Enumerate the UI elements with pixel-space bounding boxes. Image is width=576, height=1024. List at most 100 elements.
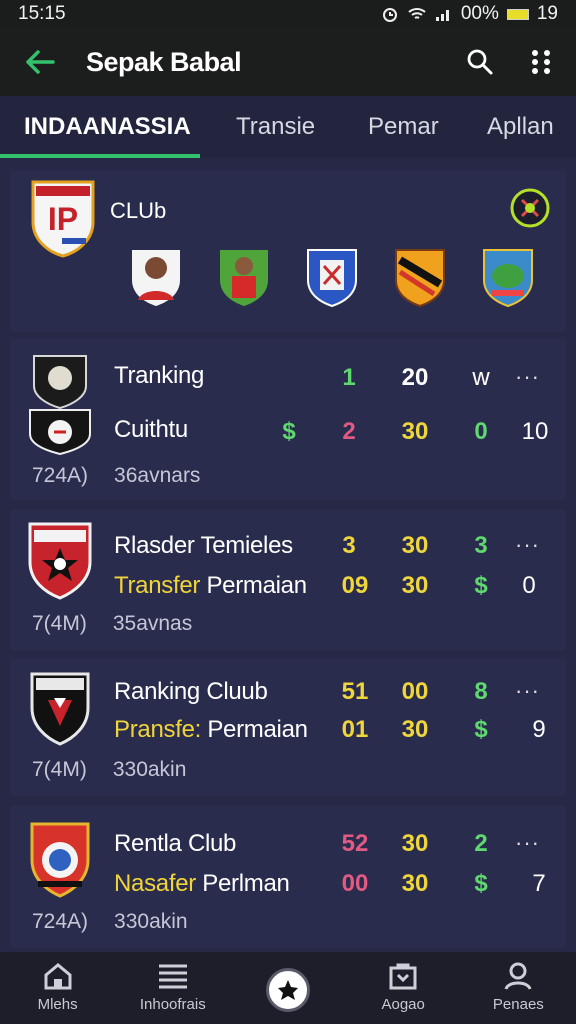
list-item[interactable]: Tranking Cuithtu 1 20 w ··· $ 2 30 0 10 … — [10, 338, 566, 500]
nav-item-aogao[interactable]: Aogao — [348, 962, 458, 1013]
list-item[interactable]: Ranking Cluub Pransfe: Permaian 51 00 8 … — [10, 658, 566, 796]
stat-value: 00 — [401, 678, 429, 705]
club-badge-orange-icon[interactable] — [392, 244, 448, 308]
grid-menu-icon[interactable] — [530, 49, 554, 75]
stat-value: 09 — [341, 572, 369, 599]
stat-value: 1 — [342, 364, 356, 391]
card-title: Ranking Cluub — [114, 678, 268, 705]
meta-age: 7(4M) — [32, 758, 87, 781]
nav-label: Inhoofrais — [139, 996, 206, 1013]
nav-label: Aogao — [381, 996, 425, 1013]
stat-value: 10 — [521, 418, 549, 445]
ball-icon — [265, 968, 310, 1012]
card-subtitle-text: Cuithtu — [114, 416, 188, 443]
more-options-icon[interactable]: ··· — [515, 364, 540, 390]
stat-value: 20 — [401, 364, 429, 391]
stat-value: 01 — [341, 716, 369, 743]
tab-pemar[interactable]: Pemar — [368, 96, 439, 158]
card-subtitle: Transfer Permaian — [114, 572, 307, 600]
card-subtitle: Cuithtu — [114, 416, 188, 444]
club-badge-green-icon[interactable] — [480, 244, 536, 308]
club-label: CLUb — [110, 198, 167, 223]
card-subtitle-text: Perlman — [195, 870, 290, 897]
stat-value: 00 — [341, 870, 369, 897]
tab-indaanassia[interactable]: INDAANASSIA — [24, 96, 191, 158]
club-badges-row — [128, 244, 536, 308]
signal-icon — [435, 10, 449, 21]
player-avatar-2-icon[interactable] — [216, 244, 272, 308]
card-subtitle-highlight: Transfer — [114, 572, 201, 599]
active-tab-indicator — [0, 154, 200, 158]
club-crest-logo — [24, 820, 96, 909]
card-meta: 7(4M) 35avnas — [32, 612, 192, 636]
stat-value: 52 — [341, 830, 369, 857]
stat-value: 30 — [401, 572, 429, 599]
meta-age: 724A) — [32, 464, 89, 487]
stat-value: 3 — [474, 532, 488, 559]
status-extra: 19 — [536, 3, 558, 24]
nav-label: Mlehs — [37, 996, 78, 1013]
club-header-card: IP CLUb — [10, 170, 566, 332]
tab-apllan[interactable]: Apllan — [487, 96, 554, 158]
stat-value: 2 — [474, 830, 488, 857]
target-icon[interactable] — [508, 186, 552, 235]
status-time: 15:15 — [18, 3, 66, 24]
back-arrow-icon[interactable] — [22, 44, 58, 80]
club-badge-blue-icon[interactable] — [304, 244, 360, 308]
club-crest-logo — [24, 352, 96, 461]
tab-bar: INDAANASSIA Transie Pemar Apllan — [0, 96, 576, 158]
card-subtitle-text: Permaian — [200, 716, 308, 743]
meta-info: 330akin — [112, 758, 187, 781]
more-options-icon[interactable]: ··· — [515, 532, 540, 558]
nav-item-home[interactable]: Mlehs — [3, 962, 113, 1013]
list-item[interactable]: Rlasder Temieles Transfer Permaian 3 30 … — [10, 510, 566, 650]
tab-transie[interactable]: Transie — [236, 96, 315, 158]
card-subtitle: Nasafer Perlman — [114, 870, 290, 898]
player-avatar-1-icon[interactable] — [128, 244, 184, 308]
meta-info: 35avnas — [112, 612, 193, 635]
stat-value: 30 — [401, 870, 429, 897]
wifi-icon — [408, 8, 426, 19]
battery-percent: 00% — [460, 3, 499, 24]
club-crest-logo — [24, 520, 96, 609]
stat-value: 7 — [532, 870, 546, 897]
home-icon — [44, 963, 72, 990]
alarm-icon — [382, 8, 397, 22]
dollar-icon: $ — [474, 572, 488, 599]
card-subtitle-highlight: Nasafer — [114, 870, 196, 897]
stat-value: 30 — [401, 716, 429, 743]
stat-value: 0 — [474, 418, 488, 445]
club-crest-logo — [24, 670, 96, 755]
bottom-navigation: Mlehs Inhoofrais Aogao Penaes — [0, 952, 576, 1024]
stat-value: 3 — [342, 532, 356, 559]
card-subtitle: Pransfe: Permaian — [114, 716, 308, 744]
dollar-icon: $ — [474, 716, 488, 743]
nav-item-info[interactable]: Inhoofrais — [118, 962, 228, 1013]
search-icon[interactable] — [466, 48, 494, 76]
stat-value: 30 — [401, 532, 429, 559]
card-meta: 724A) 330akin — [32, 910, 188, 934]
card-meta: 7(4M) 330akin — [32, 758, 186, 782]
card-meta: 724A) 36avnars — [32, 464, 200, 488]
nav-item-center[interactable] — [233, 962, 343, 1012]
nav-item-profile[interactable]: Penaes — [463, 962, 573, 1013]
stat-value: 30 — [401, 830, 429, 857]
meta-info: 36avnars — [114, 464, 201, 487]
app-bar: Sepak Babal — [0, 28, 576, 96]
stat-value: 9 — [532, 716, 546, 743]
app-title: Sepak Babal — [86, 46, 242, 77]
meta-age: 724A) — [32, 910, 89, 933]
card-subtitle-highlight: Pransfe: — [114, 716, 201, 743]
card-title: Tranking — [114, 362, 205, 389]
more-options-icon[interactable]: ··· — [515, 678, 540, 704]
stat-value: 30 — [401, 418, 429, 445]
more-options-icon[interactable]: ··· — [515, 830, 540, 856]
meta-info: 330akin — [114, 910, 188, 933]
list-item[interactable]: Rentla Club Nasafer Perlman 52 30 2 ··· … — [10, 806, 566, 948]
stat-value: 51 — [341, 678, 369, 705]
club-crest-logo[interactable]: IP — [28, 178, 98, 263]
nav-label: Penaes — [492, 996, 544, 1013]
svg-text:IP: IP — [48, 201, 78, 237]
stat-value: 2 — [342, 418, 356, 445]
stat-value: w — [472, 364, 490, 391]
